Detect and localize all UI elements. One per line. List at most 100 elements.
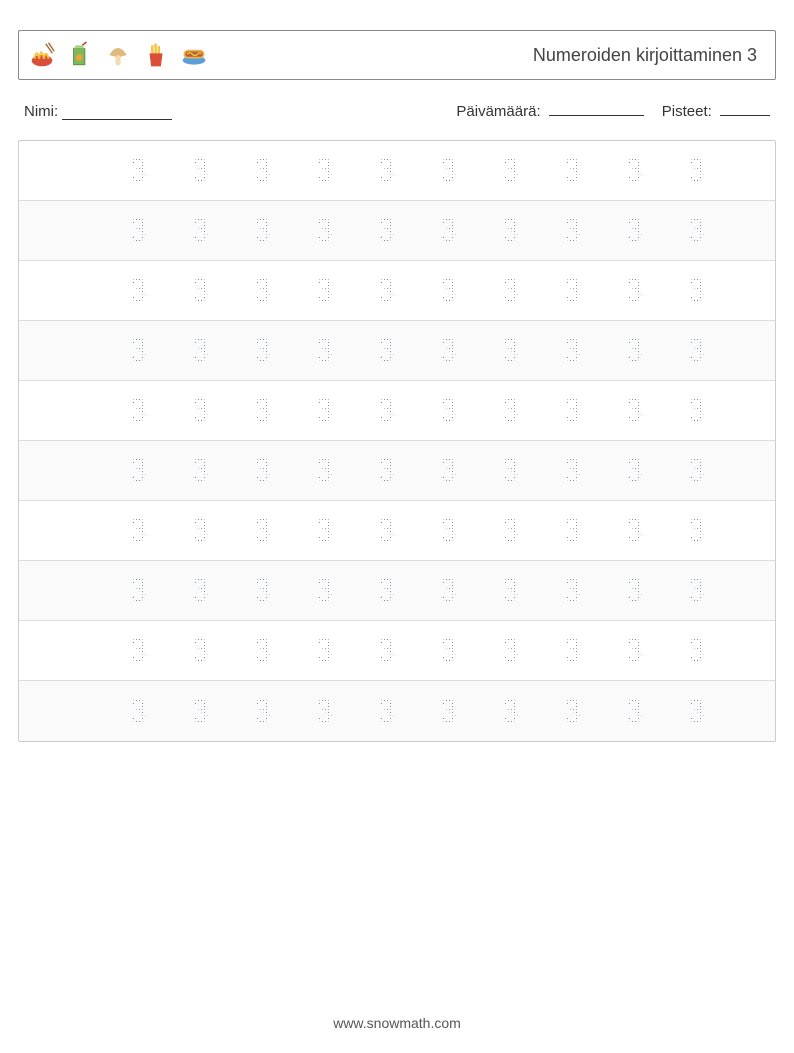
tracing-cell[interactable]: 3 [682,572,710,609]
tracing-cell[interactable]: 3 [186,693,214,730]
tracing-cell[interactable]: 3 [558,512,586,549]
tracing-cell[interactable]: 3 [248,512,276,549]
tracing-cell[interactable]: 3 [558,152,586,189]
tracing-cell[interactable]: 3 [248,272,276,309]
tracing-cell[interactable]: 3 [620,512,648,549]
tracing-cell[interactable]: 3 [310,512,338,549]
tracing-cell[interactable]: 3 [434,632,462,669]
tracing-cell[interactable]: 3 [124,693,152,730]
tracing-cell[interactable]: 3 [248,392,276,429]
tracing-cell[interactable]: 3 [310,332,338,369]
tracing-cell[interactable]: 3 [248,572,276,609]
tracing-cell[interactable]: 3 [124,632,152,669]
tracing-cell[interactable]: 3 [620,212,648,249]
tracing-cell[interactable]: 3 [620,452,648,489]
tracing-cell[interactable]: 3 [124,212,152,249]
tracing-cell[interactable]: 3 [186,332,214,369]
tracing-cell[interactable]: 3 [558,332,586,369]
tracing-cell[interactable]: 3 [682,632,710,669]
tracing-cell[interactable]: 3 [682,693,710,730]
tracing-cell[interactable]: 3 [310,392,338,429]
tracing-cell[interactable]: 3 [310,212,338,249]
tracing-cell[interactable]: 3 [248,452,276,489]
score-blank[interactable] [720,102,770,116]
tracing-cell[interactable]: 3 [496,332,524,369]
tracing-cell[interactable]: 3 [434,212,462,249]
tracing-cell[interactable]: 3 [496,632,524,669]
tracing-cell[interactable]: 3 [496,272,524,309]
tracing-cell[interactable]: 3 [372,572,400,609]
tracing-cell[interactable]: 3 [496,572,524,609]
name-blank[interactable] [62,106,172,120]
tracing-cell[interactable]: 3 [310,632,338,669]
tracing-cell[interactable]: 3 [372,512,400,549]
tracing-cell[interactable]: 3 [372,272,400,309]
tracing-cell[interactable]: 3 [682,152,710,189]
tracing-cell[interactable]: 3 [558,272,586,309]
tracing-cell[interactable]: 3 [248,152,276,189]
tracing-cell[interactable]: 3 [372,152,400,189]
tracing-cell[interactable]: 3 [682,452,710,489]
tracing-cell[interactable]: 3 [124,512,152,549]
tracing-cell[interactable]: 3 [124,452,152,489]
tracing-cell[interactable]: 3 [248,693,276,730]
tracing-cell[interactable]: 3 [434,332,462,369]
tracing-cell[interactable]: 3 [310,452,338,489]
tracing-cell[interactable]: 3 [186,392,214,429]
tracing-cell[interactable]: 3 [434,572,462,609]
tracing-cell[interactable]: 3 [620,272,648,309]
tracing-cell[interactable]: 3 [124,332,152,369]
tracing-cell[interactable]: 3 [186,512,214,549]
tracing-cell[interactable]: 3 [620,572,648,609]
tracing-cell[interactable]: 3 [186,272,214,309]
tracing-cell[interactable]: 3 [682,332,710,369]
tracing-cell[interactable]: 3 [248,632,276,669]
tracing-cell[interactable]: 3 [620,152,648,189]
tracing-cell[interactable]: 3 [310,272,338,309]
tracing-cell[interactable]: 3 [620,392,648,429]
tracing-cell[interactable]: 3 [434,512,462,549]
tracing-cell[interactable]: 3 [310,693,338,730]
tracing-cell[interactable]: 3 [186,632,214,669]
tracing-cell[interactable]: 3 [496,693,524,730]
tracing-cell[interactable]: 3 [682,272,710,309]
tracing-cell[interactable]: 3 [496,212,524,249]
tracing-cell[interactable]: 3 [310,572,338,609]
tracing-cell[interactable]: 3 [124,272,152,309]
tracing-cell[interactable]: 3 [186,452,214,489]
tracing-cell[interactable]: 3 [310,152,338,189]
tracing-cell[interactable]: 3 [434,272,462,309]
tracing-cell[interactable]: 3 [496,152,524,189]
tracing-cell[interactable]: 3 [372,392,400,429]
tracing-cell[interactable]: 3 [558,212,586,249]
tracing-cell[interactable]: 3 [496,392,524,429]
tracing-cell[interactable]: 3 [496,452,524,489]
date-blank[interactable] [549,102,644,116]
tracing-cell[interactable]: 3 [372,212,400,249]
tracing-cell[interactable]: 3 [558,392,586,429]
tracing-cell[interactable]: 3 [434,452,462,489]
tracing-cell[interactable]: 3 [248,212,276,249]
tracing-cell[interactable]: 3 [372,632,400,669]
tracing-cell[interactable]: 3 [186,212,214,249]
tracing-cell[interactable]: 3 [248,332,276,369]
tracing-cell[interactable]: 3 [124,572,152,609]
tracing-cell[interactable]: 3 [434,392,462,429]
tracing-cell[interactable]: 3 [186,572,214,609]
tracing-cell[interactable]: 3 [682,212,710,249]
tracing-cell[interactable]: 3 [620,693,648,730]
tracing-cell[interactable]: 3 [124,392,152,429]
tracing-cell[interactable]: 3 [558,452,586,489]
tracing-cell[interactable]: 3 [372,693,400,730]
tracing-cell[interactable]: 3 [558,572,586,609]
tracing-cell[interactable]: 3 [372,332,400,369]
tracing-cell[interactable]: 3 [434,152,462,189]
tracing-cell[interactable]: 3 [558,693,586,730]
tracing-cell[interactable]: 3 [682,392,710,429]
tracing-cell[interactable]: 3 [620,632,648,669]
tracing-cell[interactable]: 3 [124,152,152,189]
tracing-cell[interactable]: 3 [372,452,400,489]
tracing-cell[interactable]: 3 [186,152,214,189]
tracing-cell[interactable]: 3 [620,332,648,369]
tracing-cell[interactable]: 3 [434,693,462,730]
